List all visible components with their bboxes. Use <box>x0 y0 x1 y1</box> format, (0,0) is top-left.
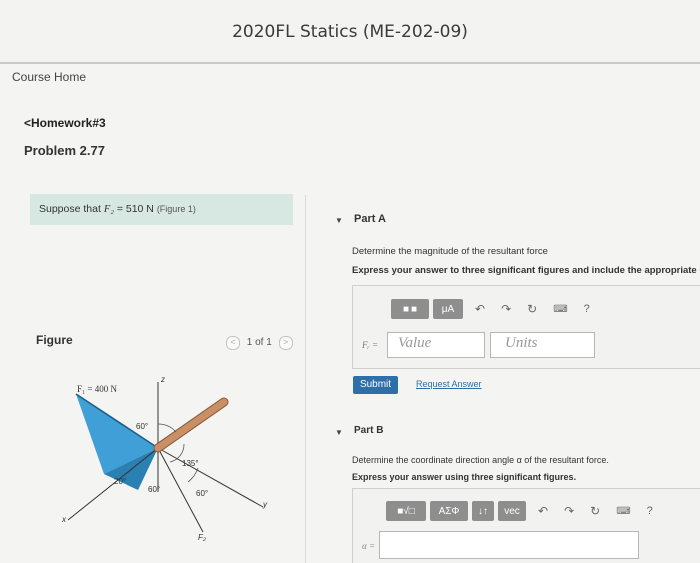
part-b-collapse-icon[interactable]: ▼ <box>335 428 343 437</box>
course-title: 2020FL Statics (ME-202-09) <box>232 22 468 42</box>
z-axis-label: z <box>160 375 165 384</box>
part-a-toolbar: ■ ■ μA ↶ ↷ ↻ ⌨ ? <box>391 298 598 320</box>
part-b-toolbar: ■√□ AΣΦ ↓↑ vec ↶ ↷ ↻ ⌨ ? <box>386 500 661 522</box>
part-a-collapse-icon[interactable]: ▼ <box>335 216 343 225</box>
submit-button[interactable]: Submit <box>353 376 398 394</box>
statement-prefix: Suppose that <box>39 203 101 215</box>
part-b-variable-label: α = <box>362 541 376 551</box>
subscript-button[interactable]: ↓↑ <box>472 501 494 521</box>
x-axis-label: x <box>61 515 67 524</box>
figure-reference-link[interactable]: (Figure 1) <box>157 204 196 214</box>
chevron-right-icon[interactable]: > <box>278 336 293 350</box>
top-bar: 2020FL Statics (ME-202-09) <box>0 0 700 64</box>
reset-icon[interactable]: ↻ <box>527 302 537 316</box>
angle-20: 20° <box>114 477 126 486</box>
problem-title: Problem 2.77 <box>24 143 105 158</box>
f2-label: F₂ <box>198 533 206 542</box>
part-a-question: Determine the magnitude of the resultant… <box>352 246 548 257</box>
angle-60-top: 60° <box>136 422 148 431</box>
chevron-left-icon[interactable]: < <box>226 336 240 350</box>
part-a-instruction: Express your answer to three significant… <box>352 265 700 276</box>
undo-icon[interactable]: ↶ <box>538 504 548 518</box>
angle-arc-top <box>157 423 177 433</box>
help-icon[interactable]: ? <box>647 505 653 517</box>
alpha-answer-input[interactable] <box>379 531 639 559</box>
mu-units-button[interactable]: μA <box>433 299 463 319</box>
keyboard-icon[interactable]: ⌨ <box>616 506 630 517</box>
y-axis-label: y <box>262 500 268 509</box>
statement-variable: F₂ <box>103 204 114 215</box>
problem-statement: Suppose that F₂ = 510 N (Figure 1) <box>30 194 293 225</box>
statement-value: = 510 N <box>116 203 154 215</box>
part-a-title[interactable]: Part A <box>354 213 386 225</box>
f1-label: F₁ = 400 N <box>77 384 117 394</box>
greek-symbols-button[interactable]: AΣΦ <box>430 501 468 521</box>
request-answer-link[interactable]: Request Answer <box>416 379 482 389</box>
part-b-instruction: Express your answer using three signific… <box>352 472 577 482</box>
part-b-question: Determine the coordinate direction angle… <box>352 455 609 465</box>
sqrt-template-button[interactable]: ■√□ <box>386 501 426 521</box>
redo-icon[interactable]: ↷ <box>501 302 511 316</box>
angle-60-right: 60° <box>196 489 208 498</box>
vector-button[interactable]: vec <box>498 501 526 521</box>
units-input[interactable]: Units <box>490 332 595 358</box>
part-b-title[interactable]: Part B <box>354 425 383 436</box>
homework-breadcrumb-link[interactable]: <Homework#3 <box>24 116 106 130</box>
redo-icon[interactable]: ↷ <box>564 504 574 518</box>
figure-pager: < 1 of 1 > <box>226 336 293 350</box>
angle-60-mid: 60° <box>148 485 160 494</box>
force-diagram: F₁ = 400 N z x y F₂ 60° 135° 20° 60° 60° <box>61 375 268 542</box>
keyboard-icon[interactable]: ⌨ <box>553 304 567 315</box>
angle-135: 135° <box>182 459 199 468</box>
course-home-link[interactable]: Course Home <box>12 70 86 84</box>
templates-button[interactable]: ■ ■ <box>391 299 429 319</box>
panel-divider <box>305 195 306 563</box>
value-input[interactable]: Value <box>387 332 485 358</box>
resultant-rod <box>154 398 228 452</box>
figure-label: Figure <box>36 333 73 347</box>
figure-page-count: 1 of 1 <box>246 337 272 348</box>
reset-icon[interactable]: ↻ <box>590 504 600 518</box>
help-icon[interactable]: ? <box>584 303 590 315</box>
part-a-variable-label: Fᵣ = <box>362 340 379 350</box>
undo-icon[interactable]: ↶ <box>475 302 485 316</box>
